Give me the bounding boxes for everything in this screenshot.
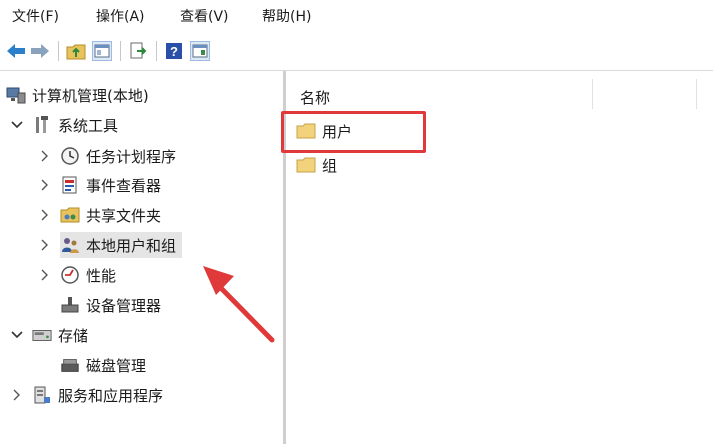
selected-highlight: 本地用户和组 bbox=[60, 232, 183, 258]
up-folder-icon[interactable] bbox=[66, 41, 86, 61]
menu-bar: 文件(F) 操作(A) 查看(V) 帮助(H) bbox=[0, 0, 713, 32]
tree-item-local-users-groups[interactable]: 本地用户和组 bbox=[38, 232, 183, 258]
chevron-down-icon[interactable] bbox=[10, 118, 24, 132]
tree-item-label: 性能 bbox=[86, 266, 117, 285]
column-divider bbox=[696, 79, 697, 109]
menu-action[interactable]: 操作(A) bbox=[96, 6, 145, 26]
tree-item-label: 设备管理器 bbox=[86, 296, 162, 315]
show-action-pane-icon[interactable] bbox=[190, 41, 210, 61]
tree-item-label: 系统工具 bbox=[58, 116, 119, 135]
menu-file[interactable]: 文件(F) bbox=[12, 6, 59, 26]
toolbar-separator bbox=[58, 41, 59, 61]
svg-text:?: ? bbox=[170, 44, 178, 59]
toolbar-separator bbox=[156, 41, 157, 61]
event-viewer-icon bbox=[60, 175, 80, 195]
list-item-label: 组 bbox=[322, 156, 338, 175]
help-icon[interactable]: ? bbox=[164, 41, 184, 61]
tree-item-event-viewer[interactable]: 事件查看器 bbox=[38, 172, 161, 198]
chevron-right-icon[interactable] bbox=[38, 208, 52, 222]
performance-icon bbox=[60, 265, 80, 285]
annotation-highlight-box bbox=[281, 111, 426, 153]
tree-item-system-tools[interactable]: 系统工具 bbox=[10, 112, 118, 138]
tree-item-task-scheduler[interactable]: 任务计划程序 bbox=[38, 143, 176, 169]
tree-item-label: 服务和应用程序 bbox=[58, 386, 164, 405]
tree-item-label: 计算机管理(本地) bbox=[32, 86, 149, 105]
tools-icon bbox=[32, 115, 52, 135]
chevron-right-icon[interactable] bbox=[38, 178, 52, 192]
tree-item-computer-management[interactable]: 计算机管理(本地) bbox=[6, 82, 149, 108]
chevron-right-icon[interactable] bbox=[10, 388, 24, 402]
clock-icon bbox=[60, 146, 80, 166]
tree-item-label: 本地用户和组 bbox=[86, 236, 177, 255]
folder-icon bbox=[296, 157, 316, 173]
disk-icon bbox=[60, 355, 80, 375]
chevron-right-icon[interactable] bbox=[38, 268, 52, 282]
tree-item-disk-management[interactable]: 磁盘管理 bbox=[60, 352, 146, 378]
toolbar-separator bbox=[120, 41, 121, 61]
chevron-right-icon[interactable] bbox=[38, 238, 52, 252]
tree-item-label: 任务计划程序 bbox=[86, 147, 177, 166]
menu-help[interactable]: 帮助(H) bbox=[262, 6, 311, 26]
toolbar: ? bbox=[0, 32, 713, 71]
tree-item-services-applications[interactable]: 服务和应用程序 bbox=[10, 382, 163, 408]
column-header-name[interactable]: 名称 bbox=[300, 87, 330, 108]
chevron-right-icon[interactable] bbox=[38, 149, 52, 163]
services-icon bbox=[32, 385, 52, 405]
back-arrow-icon[interactable] bbox=[6, 41, 26, 61]
menu-view[interactable]: 查看(V) bbox=[180, 6, 229, 26]
tree-item-label: 磁盘管理 bbox=[86, 356, 147, 375]
tree-item-label: 事件查看器 bbox=[86, 176, 162, 195]
column-divider bbox=[592, 79, 593, 109]
device-manager-icon bbox=[60, 295, 80, 315]
tree-item-storage[interactable]: 存储 bbox=[10, 322, 88, 348]
storage-icon bbox=[32, 325, 52, 345]
list-item-groups[interactable]: 组 bbox=[296, 153, 337, 177]
forward-arrow-icon[interactable] bbox=[30, 41, 50, 61]
chevron-down-icon[interactable] bbox=[10, 328, 24, 342]
users-icon bbox=[60, 235, 80, 255]
tree-item-shared-folders[interactable]: 共享文件夹 bbox=[38, 202, 161, 228]
tree-item-label: 存储 bbox=[58, 326, 89, 345]
show-hide-console-tree-icon[interactable] bbox=[92, 41, 112, 61]
computer-management-icon bbox=[6, 85, 26, 105]
console-tree: 计算机管理(本地) 系统工具 任务计划程序 事件查看器 共享文件夹 本地用户和组… bbox=[0, 71, 283, 444]
export-list-icon[interactable] bbox=[128, 41, 148, 61]
tree-item-performance[interactable]: 性能 bbox=[38, 262, 116, 288]
tree-item-device-manager[interactable]: 设备管理器 bbox=[60, 292, 161, 318]
tree-item-label: 共享文件夹 bbox=[86, 206, 162, 225]
shared-folder-icon bbox=[60, 205, 80, 225]
